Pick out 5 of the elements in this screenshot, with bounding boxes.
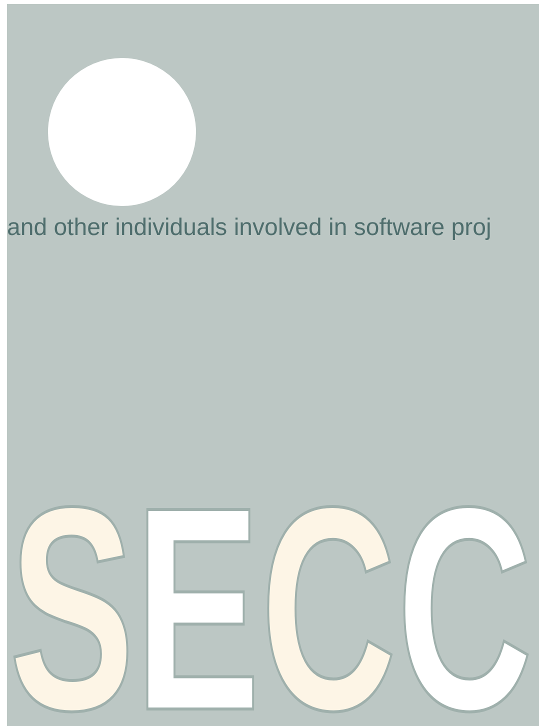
logo-letter: C [396,500,533,718]
intro-text: and other individuals involved in software proj [7,216,492,240]
logo-letter: C [260,500,397,718]
logo-letter: E [134,500,260,718]
logo-letter: S [9,500,135,718]
